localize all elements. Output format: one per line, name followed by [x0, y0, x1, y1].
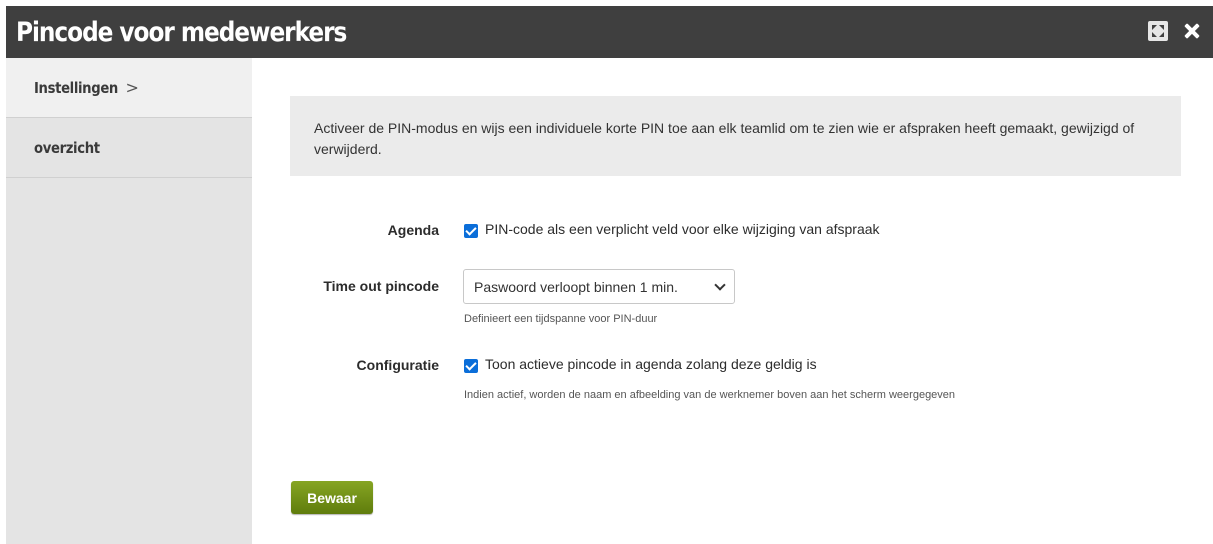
- timeout-help-text: Definieert een tijdspanne voor PIN-duur: [464, 313, 658, 325]
- window-titlebar: Pincode voor medewerkers: [6, 6, 1213, 58]
- configuratie-checkbox[interactable]: [464, 359, 478, 373]
- agenda-label: Agenda: [387, 222, 439, 238]
- sidebar-item-instellingen[interactable]: Instellingen >: [6, 58, 252, 118]
- save-button[interactable]: Bewaar: [291, 481, 373, 514]
- expand-icon[interactable]: [1148, 21, 1168, 41]
- chevron-right-icon: >: [125, 78, 139, 97]
- close-icon[interactable]: [1182, 21, 1202, 41]
- timeout-label: Time out pincode: [323, 278, 439, 294]
- window-title: Pincode voor medewerkers: [16, 17, 347, 48]
- info-box: Activeer de PIN-modus en wijs een indivi…: [290, 96, 1181, 176]
- configuratie-label: Configuratie: [356, 357, 439, 373]
- configuratie-checkbox-label[interactable]: Toon actieve pincode in agenda zolang de…: [485, 356, 817, 372]
- agenda-checkbox[interactable]: [464, 224, 478, 238]
- timeout-selected-value: Paswoord verloopt binnen 1 min.: [474, 278, 678, 295]
- sidebar: Instellingen > overzicht: [6, 58, 252, 544]
- sidebar-item-label: overzicht: [34, 138, 100, 157]
- agenda-checkbox-label[interactable]: PIN-code als een verplicht veld voor elk…: [485, 221, 880, 237]
- sidebar-item-overzicht[interactable]: overzicht: [6, 118, 252, 178]
- configuratie-help-text: Indien actief, worden de naam en afbeeld…: [464, 389, 956, 401]
- sidebar-item-label: Instellingen: [34, 78, 118, 97]
- chevron-down-icon: [714, 279, 726, 291]
- timeout-select[interactable]: Paswoord verloopt binnen 1 min.: [463, 269, 735, 304]
